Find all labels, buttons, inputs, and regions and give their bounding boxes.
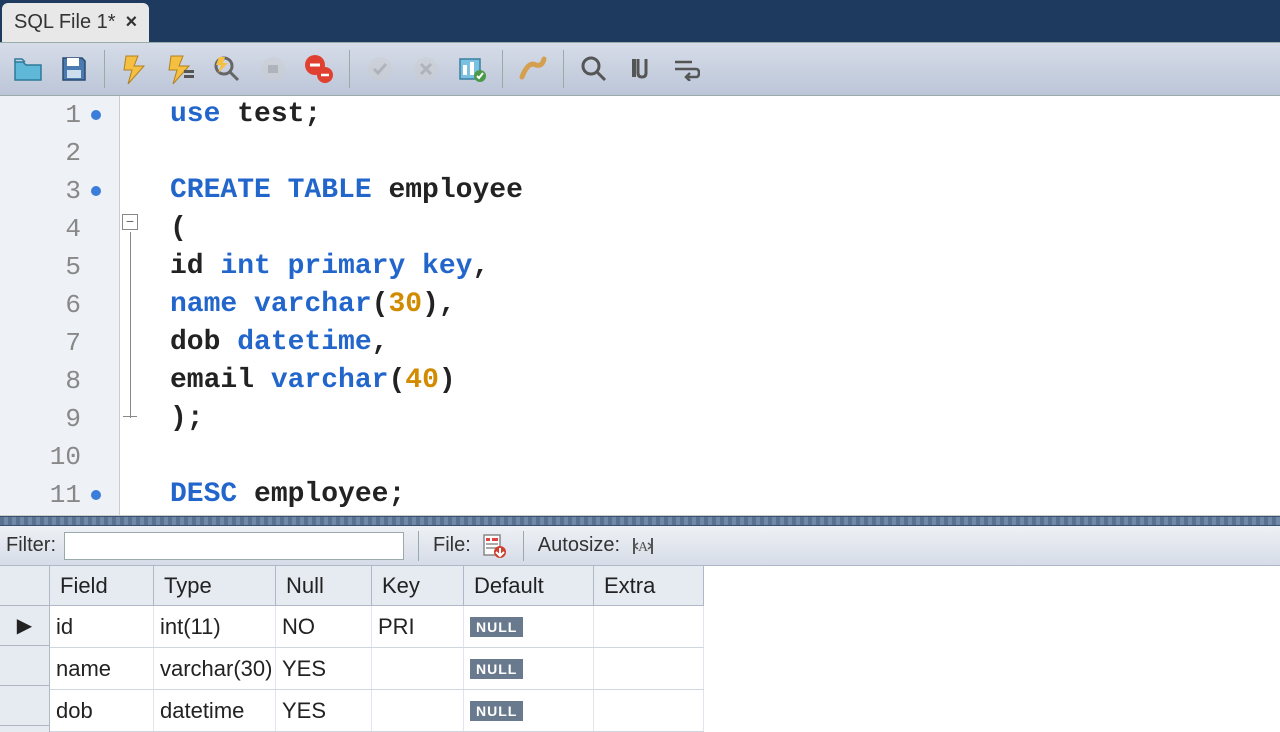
autocommit-button[interactable] <box>452 49 492 89</box>
svg-text:A: A <box>638 540 649 555</box>
beautify-button[interactable] <box>513 49 553 89</box>
row-selector[interactable]: ▶ <box>0 606 49 646</box>
tab-sql-file[interactable]: SQL File 1* × <box>2 3 149 42</box>
wrap-button[interactable] <box>666 49 706 89</box>
results-grid: ▶ Field Type Null Key Default Extra id i… <box>0 566 704 732</box>
tab-title: SQL File 1* <box>14 11 116 34</box>
col-header-field[interactable]: Field <box>50 566 154 605</box>
row-selector[interactable] <box>0 686 49 726</box>
commit-button <box>360 49 400 89</box>
toolbar <box>0 42 1280 96</box>
code-editor[interactable]: 1 2 3 4 5 6 7 8 9 10 11 − use test; CREA… <box>0 96 1280 516</box>
pane-splitter[interactable] <box>0 516 1280 526</box>
file-label: File: <box>433 534 471 557</box>
col-header-type[interactable]: Type <box>154 566 276 605</box>
null-badge: NULL <box>470 701 523 721</box>
code-area[interactable]: use test; CREATE TABLE employee ( id int… <box>142 96 1280 515</box>
grid-header-row: Field Type Null Key Default Extra <box>50 566 704 606</box>
results-toolbar: Filter: File: Autosize: A <box>0 526 1280 566</box>
col-header-key[interactable]: Key <box>372 566 464 605</box>
find-button[interactable] <box>574 49 614 89</box>
table-row[interactable]: dob datetime YES NULL <box>50 690 704 732</box>
export-file-button[interactable] <box>479 531 509 561</box>
col-header-extra[interactable]: Extra <box>594 566 704 605</box>
autosize-label: Autosize: <box>538 534 620 557</box>
fold-toggle-icon[interactable]: − <box>122 214 138 230</box>
execute-current-button[interactable] <box>161 49 201 89</box>
grid-corner <box>0 566 49 606</box>
tab-bar: SQL File 1* × <box>0 0 1280 42</box>
execute-button[interactable] <box>115 49 155 89</box>
filter-input[interactable] <box>64 532 404 560</box>
row-selector[interactable] <box>0 646 49 686</box>
stop-button <box>253 49 293 89</box>
table-row[interactable]: name varchar(30) YES NULL <box>50 648 704 690</box>
explain-button[interactable] <box>207 49 247 89</box>
null-badge: NULL <box>470 659 523 679</box>
filter-label: Filter: <box>6 534 56 557</box>
stop-all-button[interactable] <box>299 49 339 89</box>
col-header-default[interactable]: Default <box>464 566 594 605</box>
fold-column: − <box>120 96 142 515</box>
line-gutter: 1 2 3 4 5 6 7 8 9 10 11 <box>0 96 120 515</box>
open-file-button[interactable] <box>8 49 48 89</box>
table-row[interactable]: id int(11) NO PRI NULL <box>50 606 704 648</box>
null-badge: NULL <box>470 617 523 637</box>
close-icon[interactable]: × <box>126 11 138 34</box>
autosize-button[interactable]: A <box>628 531 658 561</box>
rollback-button <box>406 49 446 89</box>
col-header-null[interactable]: Null <box>276 566 372 605</box>
show-whitespace-button[interactable] <box>620 49 660 89</box>
row-pointer-icon: ▶ <box>17 613 32 638</box>
save-button[interactable] <box>54 49 94 89</box>
